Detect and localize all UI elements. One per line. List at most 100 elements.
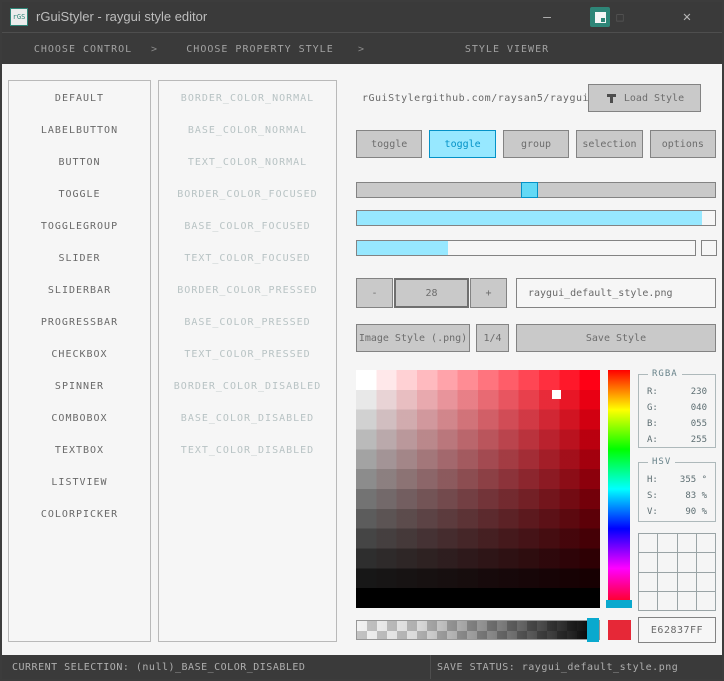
property-list-item: BORDER_COLOR_PRESSED xyxy=(177,285,318,296)
toolbar: CHOOSE CONTROL > CHOOSE PROPERTY STYLE >… xyxy=(2,32,722,64)
rgba-row: R: 230 xyxy=(647,387,707,397)
color-sample-cell[interactable] xyxy=(639,572,658,591)
color-sample-cell[interactable] xyxy=(658,591,677,610)
minimize-icon: — xyxy=(543,9,551,25)
toggle-button[interactable]: options xyxy=(649,130,717,158)
rgba-row: G: 040 xyxy=(647,403,707,413)
checkbox[interactable] xyxy=(701,240,717,256)
progressbar-fill xyxy=(357,241,449,255)
spinner-plus-button[interactable]: + xyxy=(470,278,507,308)
toggle-button[interactable]: selection xyxy=(576,130,643,158)
property-list-item: BASE_COLOR_DISABLED xyxy=(180,413,315,424)
control-list-item[interactable]: LABELBUTTON xyxy=(9,115,150,147)
toggle-button[interactable]: group xyxy=(502,130,570,158)
status-current-selection: CURRENT SELECTION: (null)_BASE_COLOR_DIS… xyxy=(12,662,306,673)
property-list-item: TEXT_COLOR_FOCUSED xyxy=(184,253,311,264)
spinner-value[interactable]: 28 xyxy=(394,278,469,308)
hue-bar-handle[interactable] xyxy=(606,600,632,608)
control-list-item[interactable]: SLIDERBAR xyxy=(9,275,150,307)
control-list-item[interactable]: TEXTBOX xyxy=(9,435,150,467)
color-sample-cell[interactable] xyxy=(677,553,696,572)
color-sample-cell[interactable] xyxy=(658,553,677,572)
controls-listview[interactable]: DEFAULT LABELBUTTON BUTTON TOGGLE TOGGLEGROU… xyxy=(8,80,151,642)
toggle-group: toggle toggle group selection options xyxy=(356,130,717,158)
hsv-group: HSV H: 355 ° S: 83 % V: 90 % xyxy=(638,457,716,522)
property-list-item: BORDER_COLOR_DISABLED xyxy=(173,381,322,392)
progressbar xyxy=(356,240,696,256)
control-list-item[interactable]: TOGGLEGROUP xyxy=(9,211,150,243)
property-list-item: BORDER_COLOR_FOCUSED xyxy=(177,189,318,200)
control-list-item[interactable]: TOGGLE xyxy=(9,179,150,211)
hsv-row: H: 355 ° xyxy=(647,475,707,485)
property-list-item: TEXT_COLOR_PRESSED xyxy=(184,349,311,360)
close-icon: ✕ xyxy=(682,9,692,25)
statusbar: CURRENT SELECTION: (null)_BASE_COLOR_DIS… xyxy=(2,655,722,679)
chevron-right-icon: > xyxy=(151,44,159,55)
property-list-item: BASE_COLOR_FOCUSED xyxy=(184,221,311,232)
color-sample-cell[interactable] xyxy=(677,534,696,553)
toolbar-section-style-viewer: STYLE VIEWER xyxy=(464,44,550,55)
control-list-item[interactable]: DEFAULT xyxy=(9,83,150,115)
slider-handle[interactable] xyxy=(521,182,538,198)
hsv-group-label: HSV xyxy=(648,457,676,467)
repo-label: github.com/raysan5/raygui xyxy=(426,93,590,104)
hex-value-box[interactable]: E62837FF xyxy=(638,617,716,643)
color-samples-grid xyxy=(638,533,716,611)
hue-bar[interactable] xyxy=(606,370,632,608)
app-window: rGS rGuiStyler - raygui style editor — □… xyxy=(0,0,724,681)
statusbar-divider xyxy=(430,655,431,679)
window-title: rGuiStyler - raygui style editor xyxy=(36,9,208,24)
control-list-item[interactable]: LISTVIEW xyxy=(9,467,150,499)
control-list-item[interactable]: COLORPICKER xyxy=(9,499,150,531)
alpha-bar-handle[interactable] xyxy=(587,618,599,642)
color-sample-cell[interactable] xyxy=(639,591,658,610)
color-panel-cursor[interactable] xyxy=(552,390,561,399)
chevron-right-icon: > xyxy=(358,44,366,55)
sliderbar[interactable] xyxy=(356,210,716,226)
color-sample-cell[interactable] xyxy=(658,572,677,591)
control-list-item[interactable]: COMBOBOX xyxy=(9,403,150,435)
color-sample-cell[interactable] xyxy=(677,591,696,610)
load-style-button[interactable]: Load Style xyxy=(588,84,701,112)
close-button[interactable]: ✕ xyxy=(670,2,704,32)
rgba-row: A: 255 xyxy=(647,435,707,445)
selected-color-swatch xyxy=(608,620,631,640)
property-list-item: BASE_COLOR_PRESSED xyxy=(184,317,311,328)
ratio-button[interactable]: 1/4 xyxy=(476,324,509,352)
color-sample-cell[interactable] xyxy=(639,553,658,572)
filename-textbox[interactable]: raygui_default_style.png xyxy=(516,278,716,308)
control-list-item[interactable]: SLIDER xyxy=(9,243,150,275)
rgba-group: RGBA R: 230 G: 040 B: 055 A: 255 xyxy=(638,369,716,448)
titlebar: rGS rGuiStyler - raygui style editor — □… xyxy=(2,2,722,32)
app-icon: rGS xyxy=(10,8,28,26)
spinner-minus-button[interactable]: - xyxy=(356,278,393,308)
toggle-button[interactable]: toggle xyxy=(429,130,496,158)
app-name-label: rGuiStyler xyxy=(362,93,428,104)
alpha-bar[interactable] xyxy=(356,618,600,642)
hsv-row: S: 83 % xyxy=(647,491,707,501)
maximize-button[interactable]: □ xyxy=(606,2,634,32)
toggle-button[interactable]: toggle xyxy=(356,130,423,158)
control-list-item[interactable]: CHECKBOX xyxy=(9,339,150,371)
load-style-icon xyxy=(606,93,616,103)
color-sample-cell[interactable] xyxy=(658,534,677,553)
color-sample-cell[interactable] xyxy=(677,572,696,591)
property-list-item: BASE_COLOR_NORMAL xyxy=(187,125,308,136)
toolbar-section-choose-control: CHOOSE CONTROL xyxy=(33,44,133,55)
color-panel[interactable] xyxy=(356,370,600,608)
color-sample-cell[interactable] xyxy=(696,534,715,553)
image-style-button[interactable]: Image Style (.png) xyxy=(356,324,470,352)
save-style-button[interactable]: Save Style xyxy=(516,324,716,352)
property-list-item: TEXT_COLOR_DISABLED xyxy=(180,445,315,456)
color-sample-cell[interactable] xyxy=(639,534,658,553)
color-sample-cell[interactable] xyxy=(696,572,715,591)
color-sample-cell[interactable] xyxy=(696,591,715,610)
control-list-item[interactable]: SPINNER xyxy=(9,371,150,403)
minimize-button[interactable]: — xyxy=(530,2,564,32)
control-list-item[interactable]: PROGRESSBAR xyxy=(9,307,150,339)
control-list-item[interactable]: BUTTON xyxy=(9,147,150,179)
hsv-row: V: 90 % xyxy=(647,507,707,517)
rgba-row: B: 055 xyxy=(647,419,707,429)
slider[interactable] xyxy=(356,182,716,198)
color-sample-cell[interactable] xyxy=(696,553,715,572)
